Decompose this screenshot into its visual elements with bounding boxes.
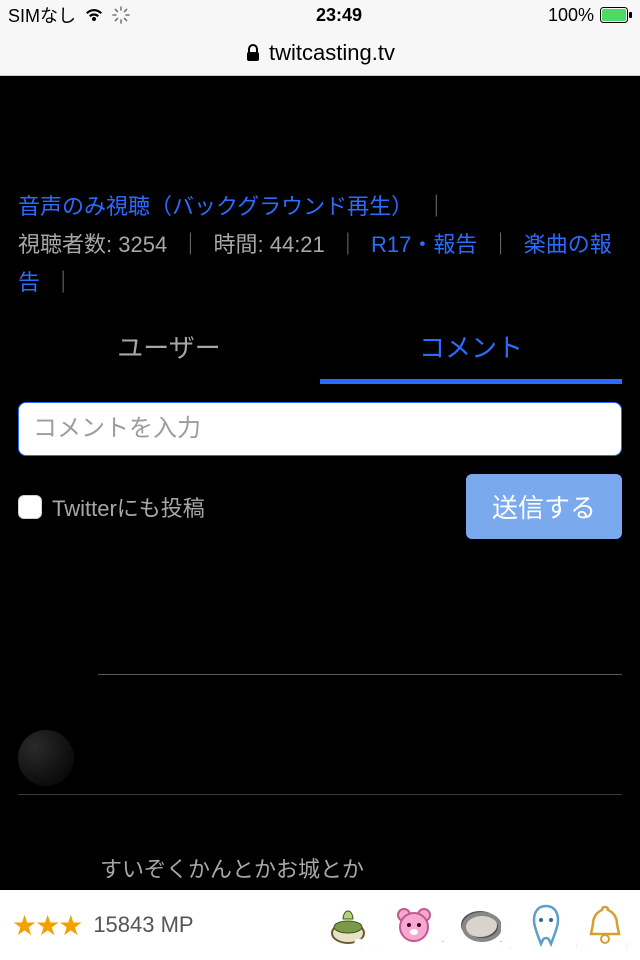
carrier-text: SIMなし [8,2,76,28]
report-link[interactable]: 報告 [433,232,477,257]
gift-coin[interactable]: 43 [450,898,510,952]
stars-icon[interactable]: ★★★ [12,909,81,942]
duration-value: 44:21 [270,232,325,257]
send-button[interactable]: 送信する [466,474,622,539]
main-content: 音声のみ視聴（バックグラウンド再生） ｜ 視聴者数: 3254 ｜ 時間: 44… [0,76,640,890]
url-domain: twitcasting.tv [269,40,395,66]
comment-row[interactable] [98,563,622,675]
status-right: 100% [548,5,632,26]
comment-row[interactable] [18,675,622,795]
dot: ・ [411,232,433,257]
gift-badge: 5 [570,937,578,954]
viewers-count: 3254 [118,232,167,257]
browser-url-bar[interactable]: twitcasting.tv [0,30,640,76]
separator: ｜ [179,232,201,257]
comment-form-row: Twitterにも投稿 送信する [18,474,622,539]
tab-comments[interactable]: コメント [320,318,622,384]
video-area[interactable] [18,76,622,188]
battery-icon [600,7,632,23]
separator: ｜ [425,194,447,219]
separator: ｜ [490,232,512,257]
meta-info: 音声のみ視聴（バックグラウンド再生） ｜ 視聴者数: 3254 ｜ 時間: 44… [18,188,622,302]
status-bar: SIMなし 23:49 100% [0,0,640,30]
loading-spinner-icon [112,6,130,24]
gift-badge: 21 [613,937,630,954]
separator: ｜ [337,232,359,257]
status-left: SIMなし [8,2,130,28]
comment-text: すいぞくかんとかお城とか [100,852,364,884]
time-label: 時間: [213,232,263,257]
checkbox-icon[interactable] [18,495,42,519]
avatar[interactable] [18,730,74,786]
battery-percent: 100% [548,5,594,26]
comment-list[interactable] [18,563,622,795]
twitter-post-toggle[interactable]: Twitterにも投稿 [18,491,205,523]
tabs: ユーザー コメント [18,318,622,384]
viewers-label: 視聴者数: [18,232,112,257]
lock-icon [245,44,261,62]
tab-users[interactable]: ユーザー [18,318,320,384]
twitter-post-label: Twitterにも投稿 [52,491,205,523]
r17-link[interactable]: R17 [371,232,411,257]
audio-only-link[interactable]: 音声のみ視聴（バックグラウンド再生） [18,194,413,219]
gift-badge: 300 [355,937,380,954]
status-time: 23:49 [316,5,362,26]
wifi-icon [84,7,104,23]
gift-badge: 43 [495,937,512,954]
bottom-bar: ★★★ 15843 MP 300 24 43 5 21 [0,890,640,960]
gift-ghost[interactable]: 5 [516,898,576,952]
gift-bear[interactable]: 24 [384,898,444,952]
gift-tea[interactable]: 300 [318,898,378,952]
gift-badge: 24 [429,937,446,954]
gift-bell[interactable]: 21 [582,898,628,952]
separator: ｜ [52,270,74,295]
comment-input[interactable] [18,402,622,456]
mp-value: 15843 MP [93,912,312,938]
